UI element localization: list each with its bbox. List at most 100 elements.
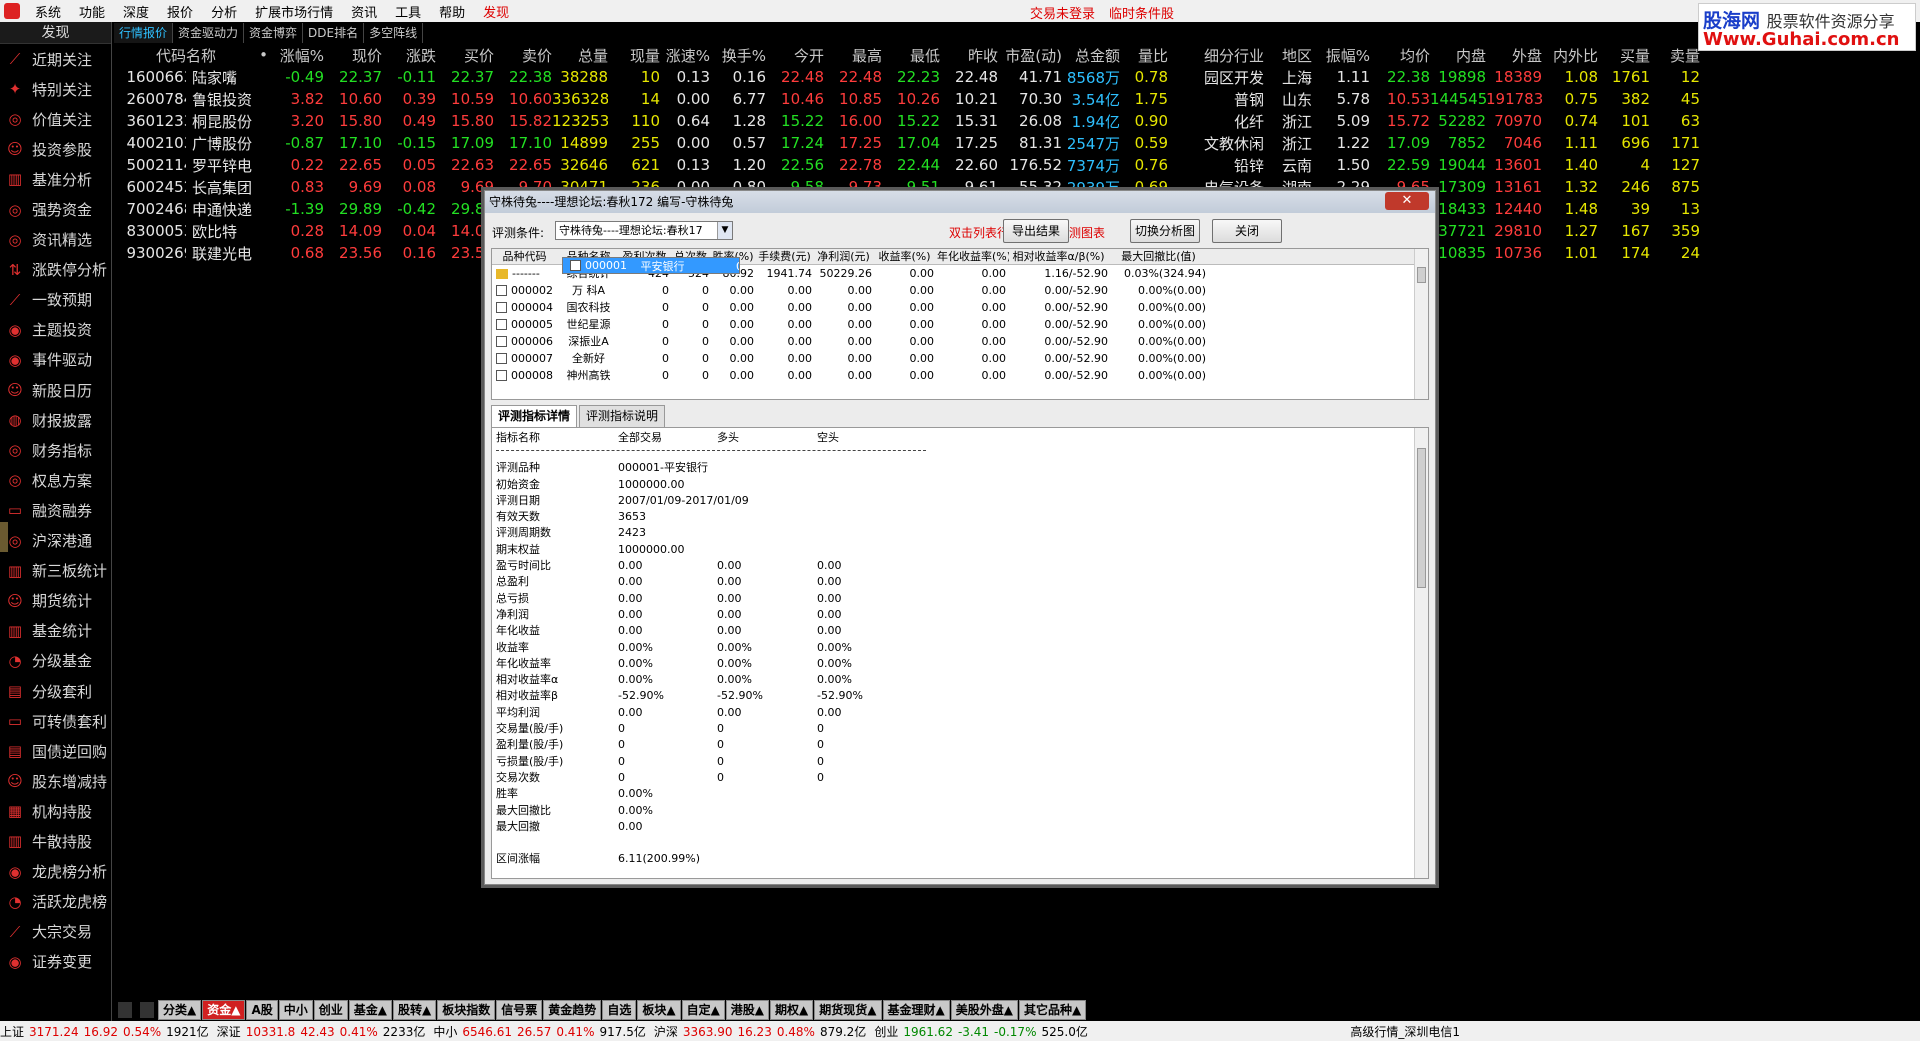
bottom-tab[interactable]: 信号票	[496, 1000, 543, 1020]
grid-header-cell[interactable]: 年化收益率(%)	[937, 249, 1009, 264]
column-header[interactable]: 外盘	[1486, 45, 1542, 66]
bottom-tab[interactable]: 黄金趋势	[543, 1000, 602, 1020]
table-row[interactable]: 4002103 广博股份 -0.87 17.10 -0.15 17.09 17.10 1489…	[114, 132, 1920, 154]
table-row[interactable]: 5002114 罗平锌电 0.22 22.65 0.05 22.63 22.65 32646 6…	[114, 154, 1920, 176]
sidebar-item[interactable]: ▥ 基准分析	[0, 164, 111, 194]
bottom-tab[interactable]: 港股▲	[725, 1000, 770, 1020]
checkbox-icon[interactable]	[496, 370, 507, 381]
trade-login-status[interactable]: 交易未登录	[1030, 3, 1095, 22]
bottom-tab[interactable]: A股	[246, 1000, 278, 1020]
sidebar-item[interactable]: ▤ 分级套利	[0, 676, 111, 706]
grid-row[interactable]: 000001平安银行000.000.000.000.000.000.00/-52…	[562, 257, 740, 274]
grid-header-cell[interactable]: 收益率(%)	[875, 249, 937, 264]
sidebar-item[interactable]: ▥ 基金统计	[0, 616, 111, 646]
column-header[interactable]: 总量	[552, 45, 608, 66]
column-header[interactable]: 卖量	[1650, 45, 1700, 66]
sidebar-item[interactable]: ◉ 事件驱动	[0, 345, 111, 375]
column-header[interactable]: 名称	[186, 45, 256, 66]
grid-row[interactable]: 000005 世纪星源 0 0 0.00 0.00 0.00 0.00 0.00 0.00/-52…	[492, 316, 1428, 333]
column-header[interactable]: 现量	[608, 45, 660, 66]
bottom-tab[interactable]: 基金▲	[348, 1000, 393, 1020]
sidebar-item[interactable]: ▭ 融资融券	[0, 495, 111, 525]
menu-analysis[interactable]: 分析	[202, 2, 246, 21]
bottom-tab[interactable]: 自定▲	[681, 1000, 725, 1020]
sidebar-item[interactable]: ☺ 投资参股	[0, 134, 111, 164]
sidebar-item[interactable]: ◎ 价值关注	[0, 104, 111, 134]
index-item[interactable]: 沪深 3363.90 16.23 0.48% 879.2亿	[654, 1023, 866, 1040]
column-header[interactable]: •	[256, 46, 268, 64]
index-item[interactable]: 深证 10331.8 42.43 0.41% 2233亿	[217, 1023, 426, 1040]
sidebar-item[interactable]: ⟋ 近期关注	[0, 44, 111, 74]
tab-indicator-detail[interactable]: 评测指标详情	[491, 405, 578, 427]
sidebar-item[interactable]: ◉ 证券变更	[0, 947, 111, 977]
bottom-tab[interactable]: 自选	[602, 1000, 637, 1020]
checkbox-icon[interactable]	[496, 285, 507, 296]
grid-row[interactable]: 000002 万 科A 0 0 0.00 0.00 0.00 0.00 0.00 0.00/-52…	[492, 282, 1428, 299]
sidebar-item[interactable]: ▥ 新三板统计	[0, 556, 111, 586]
sidebar-item[interactable]: ◎ 资讯精选	[0, 225, 111, 255]
column-header[interactable]: 昨收	[940, 45, 998, 66]
sidebar-item[interactable]: ◍ 财报披露	[0, 405, 111, 435]
grid-header-cell[interactable]: 净利润(元)	[815, 249, 875, 264]
column-header[interactable]: 买量	[1598, 45, 1650, 66]
tab-0[interactable]: 行情报价	[114, 23, 174, 43]
column-header[interactable]: 量比	[1120, 45, 1168, 66]
grid-header-cell[interactable]: 相对收益率α/β(%)	[1009, 249, 1111, 264]
bottom-tab[interactable]: 板块▲	[637, 1000, 681, 1020]
checkbox-icon[interactable]	[496, 319, 507, 330]
checkbox-icon[interactable]	[570, 260, 581, 271]
server-connection[interactable]: 高级行情_深圳电信1	[1350, 1023, 1460, 1040]
sidebar-item[interactable]: ◔ 活跃龙虎榜	[0, 887, 111, 917]
menu-help[interactable]: 帮助	[430, 2, 474, 21]
menu-function[interactable]: 功能	[70, 2, 114, 21]
menu-news[interactable]: 资讯	[342, 2, 386, 21]
sidebar-item[interactable]: ☺ 新股日历	[0, 375, 111, 405]
menu-tools[interactable]: 工具	[386, 2, 430, 21]
column-header[interactable]: 内盘	[1430, 45, 1486, 66]
sidebar-item[interactable]: ◎ 权息方案	[0, 465, 111, 495]
bottom-tab[interactable]: 美股外盘▲	[950, 1000, 1018, 1020]
dialog-title-bar[interactable]: 守株待兔----理想论坛:春秋172 编写-守株待兔 ✕	[485, 191, 1435, 213]
grid-scrollbar[interactable]	[1414, 249, 1428, 399]
toolbar-icon[interactable]	[140, 1002, 154, 1018]
bottom-tab[interactable]: 创业	[313, 1000, 348, 1020]
tab-2[interactable]: 资金博弈	[244, 23, 304, 43]
grid-header-cell[interactable]: 最大回撤比(值)	[1111, 249, 1209, 264]
checkbox-icon[interactable]	[496, 353, 507, 364]
detail-scrollbar[interactable]	[1414, 428, 1428, 878]
grid-row[interactable]: 000006 深振业A 0 0 0.00 0.00 0.00 0.00 0.00 0.00/-52…	[492, 333, 1428, 350]
dialog-close-icon[interactable]: ✕	[1385, 192, 1429, 210]
toolbar-icon[interactable]	[118, 1002, 132, 1018]
menu-system[interactable]: 系统	[26, 2, 70, 21]
grid-header-cell[interactable]: 手续费(元)	[757, 249, 815, 264]
sidebar-item[interactable]: ▦ 机构持股	[0, 796, 111, 826]
tab-1[interactable]: 资金驱动力	[173, 23, 245, 43]
chevron-down-icon[interactable]: ▼	[717, 222, 732, 239]
sidebar-item[interactable]: ✦ 特别关注	[0, 74, 111, 104]
sidebar-collapse-handle[interactable]	[0, 522, 8, 552]
column-header[interactable]: 细分行业	[1168, 45, 1264, 66]
sidebar-item[interactable]: ◉ 龙虎榜分析	[0, 857, 111, 887]
sidebar-item[interactable]: ⟋ 大宗交易	[0, 917, 111, 947]
column-header[interactable]: 总金额	[1062, 45, 1120, 66]
table-row[interactable]: 3601233 桐昆股份 3.20 15.80 0.49 15.80 15.82123253…	[114, 110, 1920, 132]
column-header[interactable]: 内外比	[1542, 45, 1598, 66]
column-header[interactable]: 涨幅%	[268, 45, 324, 66]
tab-3[interactable]: DDE排名	[303, 23, 365, 43]
bottom-tab[interactable]: 期货现货▲	[814, 1000, 882, 1020]
menu-quote[interactable]: 报价	[158, 2, 202, 21]
bottom-tab[interactable]: 分类▲	[158, 1000, 202, 1020]
column-header[interactable]: 均价	[1370, 45, 1430, 66]
column-header[interactable]: 地区	[1264, 45, 1312, 66]
column-header[interactable]: 换手%	[710, 45, 766, 66]
grid-scroll-thumb[interactable]	[1417, 267, 1426, 283]
temp-condition-stocks[interactable]: 临时条件股	[1109, 3, 1174, 22]
column-header[interactable]: 涨跌	[382, 45, 436, 66]
condition-select[interactable]: 守株待兔----理想论坛:春秋17 ▼	[555, 221, 733, 240]
grid-row[interactable]: 000007 全新好 0 0 0.00 0.00 0.00 0.00 0.00 0.00/-52.…	[492, 350, 1428, 367]
tab-4[interactable]: 多空阵线	[364, 23, 424, 43]
sidebar-item[interactable]: ⟋ 一致预期	[0, 285, 111, 315]
column-header[interactable]: 振幅%	[1312, 45, 1370, 66]
bottom-tab[interactable]: 资金▲	[202, 1000, 246, 1020]
sidebar-item[interactable]: ◔ 分级基金	[0, 646, 111, 676]
